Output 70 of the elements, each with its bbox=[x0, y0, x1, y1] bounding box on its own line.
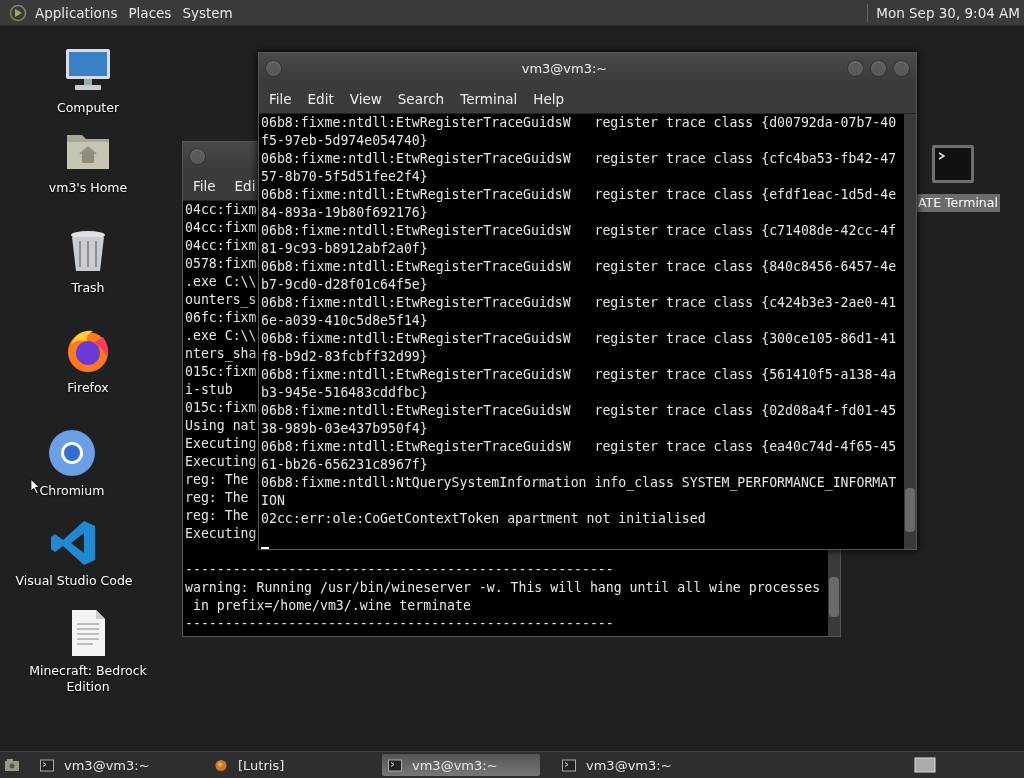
clock[interactable]: Mon Sep 30, 9:04 AM bbox=[876, 4, 1024, 21]
terminal-line: 6e-a039-410c5d8e5f14} bbox=[261, 312, 428, 330]
terminal-line: f8-b9d2-83fcbff32d99} bbox=[261, 348, 428, 366]
terminal-line: Executing bbox=[185, 435, 257, 453]
terminal-line: 06b8:fixme:ntdll:EtwRegisterTraceGuidsW register trace class {c424b3e3-2ae0-41 bbox=[261, 294, 897, 312]
terminal-line: 06b8:fixme:ntdll:EtwRegisterTraceGuidsW register trace class {ea40c74d-4f65-45 bbox=[261, 438, 897, 456]
terminal-line: 61-bb26-656231c8967f} bbox=[261, 456, 428, 474]
terminal-line: 06b8:fixme:ntdll:EtwRegisterTraceGuidsW register trace class {efdf1eac-1d5d-4e bbox=[261, 186, 897, 204]
taskbar-button[interactable]: [Lutris] bbox=[208, 754, 366, 776]
terminal-line: 06b8:fixme:ntdll:EtwRegisterTraceGuidsW register trace class {561410f5-a138-4a bbox=[261, 366, 897, 384]
terminal-line: 06b8:fixme:ntdll:EtwRegisterTraceGuidsW register trace class {cfc4ba53-fb42-47 bbox=[261, 150, 897, 168]
terminal-line: nters_sha bbox=[185, 345, 257, 363]
menu-item[interactable]: File bbox=[261, 90, 300, 107]
terminal-line: Executing bbox=[185, 453, 257, 471]
terminal-line: Executing bbox=[185, 525, 257, 543]
terminal-line: reg: The bbox=[185, 507, 249, 525]
terminal-line: reg: The bbox=[185, 489, 249, 507]
window-title: vm3@vm3:~ bbox=[520, 61, 609, 76]
terminal-line: b7-9cd0-d28f01c64f5e} bbox=[261, 276, 428, 294]
terminal-line: ------------------------------------------------------ bbox=[185, 615, 614, 633]
terminal-line: 04cc:fixm bbox=[185, 201, 257, 219]
terminal-line: 84-893a-19b80f692176} bbox=[261, 204, 428, 222]
menu-item[interactable]: Terminal bbox=[452, 90, 526, 107]
terminal-line: 015c:fixm bbox=[185, 399, 257, 417]
terminal-line: 06fc:fixm bbox=[185, 309, 257, 327]
terminal-line: ------------------------------------------------------ bbox=[185, 561, 614, 579]
terminal-line: 04cc:fixm bbox=[185, 219, 257, 237]
icon-label[interactable]: vm3's Home bbox=[46, 179, 130, 197]
terminal-line: 06b8:fixme:ntdll:EtwRegisterTraceGuidsW register trace class {c71408de-42cc-4f bbox=[261, 222, 897, 240]
icon-label[interactable]: Firefox bbox=[65, 379, 111, 397]
terminal-line: Using nat bbox=[185, 417, 257, 435]
terminal-line: 06b8:fixme:ntdll:NtQuerySystemInformation info_class SYSTEM_PERFORMANCE_INFORMAT bbox=[261, 474, 897, 492]
icon-label[interactable]: Computer bbox=[54, 99, 122, 117]
menu-item[interactable]: Search bbox=[389, 90, 453, 107]
terminal-line: 06b8:fixme:ntdll:EtwRegisterTraceGuidsW register trace class {d00792da-07b7-40 bbox=[261, 114, 897, 132]
menu-item[interactable]: Help bbox=[525, 90, 573, 107]
terminal-line: reg: The bbox=[185, 471, 249, 489]
panel-menu[interactable]: Places bbox=[124, 4, 179, 21]
terminal-line: b3-945e-516483cddfbc} bbox=[261, 384, 428, 402]
menu-item[interactable]: Edi bbox=[234, 177, 256, 194]
taskbar-button[interactable]: vm3@vm3:~ bbox=[382, 754, 540, 776]
icon-label[interactable]: Minecraft: Bedrock Edition bbox=[20, 662, 156, 696]
terminal-line: .exe C:\\ bbox=[185, 273, 257, 291]
panel-menu[interactable]: System bbox=[178, 4, 240, 21]
taskbar-button[interactable]: vm3@vm3:~ bbox=[34, 754, 192, 776]
menu-item[interactable]: Edit bbox=[299, 90, 342, 107]
terminal-line: ION bbox=[261, 492, 285, 510]
terminal-line: 57-8b70-5f5d51fee2f4} bbox=[261, 168, 428, 186]
terminal-line: in prefix=/home/vm3/.wine terminate bbox=[191, 597, 471, 615]
terminal-line: 04cc:fixm bbox=[185, 237, 257, 255]
icon-label[interactable]: Visual Studio Code bbox=[13, 572, 135, 590]
terminal-line: 06b8:fixme:ntdll:EtwRegisterTraceGuidsW register trace class {300ce105-86d1-41 bbox=[261, 330, 897, 348]
terminal-line: i-stub bbox=[185, 381, 233, 399]
terminal-line: ounters_s bbox=[185, 291, 257, 309]
terminal-line: 81-9c93-b8912abf2a0f} bbox=[261, 240, 428, 258]
terminal-line: 38-989b-03e437b950f4} bbox=[261, 420, 428, 438]
terminal-line: 06b8:fixme:ntdll:EtwRegisterTraceGuidsW register trace class {840c8456-6457-4e bbox=[261, 258, 897, 276]
terminal-line: .exe C:\\ bbox=[185, 327, 257, 345]
taskbar-button[interactable]: vm3@vm3:~ bbox=[556, 754, 714, 776]
terminal-line: 06b8:fixme:ntdll:EtwRegisterTraceGuidsW register trace class {02d08a4f-fd01-45 bbox=[261, 402, 897, 420]
icon-label[interactable]: ATE Terminal bbox=[916, 194, 1000, 212]
menu-item[interactable]: File bbox=[193, 177, 216, 194]
terminal-line: f5-97eb-5d974e054740} bbox=[261, 132, 428, 150]
icon-label[interactable]: Trash bbox=[69, 279, 107, 297]
menu-item[interactable]: View bbox=[341, 90, 390, 107]
terminal-line: 0578:fixm bbox=[185, 255, 257, 273]
terminal-line: 02cc:err:ole:CoGetContextToken apartment not initialised bbox=[261, 510, 706, 528]
panel-menu[interactable]: Applications bbox=[31, 4, 125, 21]
terminal-line: warning: Running /usr/bin/wineserver -w. This will hang until all wine processes bbox=[185, 579, 821, 597]
terminal-line: 015c:fixm bbox=[185, 363, 257, 381]
